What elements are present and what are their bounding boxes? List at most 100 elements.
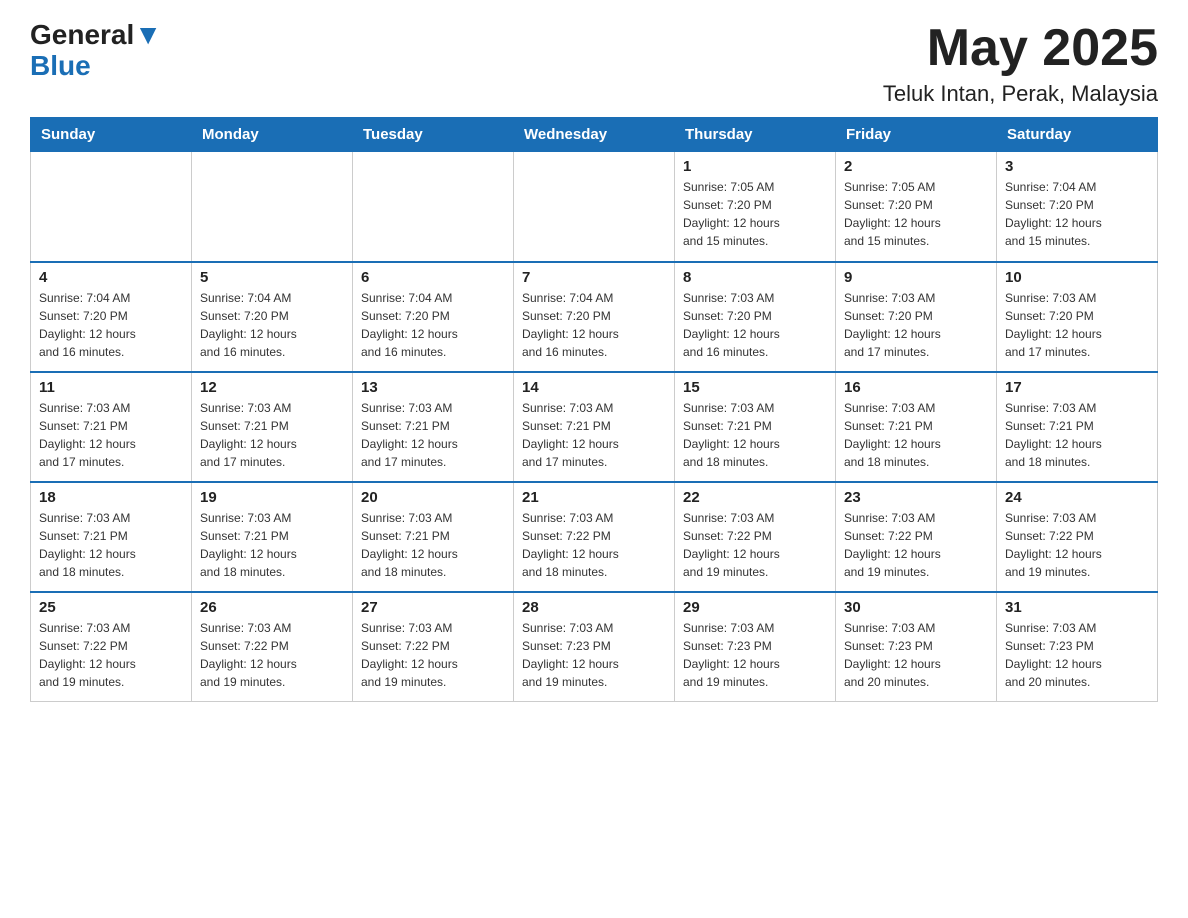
calendar-cell: 31 Sunrise: 7:03 AMSunset: 7:23 PMDayligh… [997, 592, 1158, 702]
calendar-week-row: 11 Sunrise: 7:03 AMSunset: 7:21 PMDayligh… [31, 372, 1158, 482]
calendar-cell: 6 Sunrise: 7:04 AMSunset: 7:20 PMDaylight… [353, 262, 514, 372]
day-number: 17 [1005, 379, 1149, 396]
day-number: 3 [1005, 158, 1149, 175]
day-info: Sunrise: 7:03 AMSunset: 7:23 PMDaylight:… [1005, 619, 1149, 691]
calendar-cell: 29 Sunrise: 7:03 AMSunset: 7:23 PMDayligh… [675, 592, 836, 702]
day-info: Sunrise: 7:03 AMSunset: 7:21 PMDaylight:… [39, 399, 183, 471]
day-number: 10 [1005, 269, 1149, 286]
day-info: Sunrise: 7:03 AMSunset: 7:20 PMDaylight:… [844, 289, 988, 361]
calendar-cell: 23 Sunrise: 7:03 AMSunset: 7:22 PMDayligh… [836, 482, 997, 592]
day-number: 11 [39, 379, 183, 396]
day-info: Sunrise: 7:04 AMSunset: 7:20 PMDaylight:… [361, 289, 505, 361]
calendar-cell: 8Sunrise: 7:03 AMSunset: 7:20 PMDaylight… [675, 262, 836, 372]
day-info: Sunrise: 7:04 AMSunset: 7:20 PMDaylight:… [1005, 178, 1149, 250]
month-year-title: May 2025 [883, 20, 1158, 77]
day-number: 23 [844, 489, 988, 506]
calendar-cell: 5 Sunrise: 7:04 AMSunset: 7:20 PMDaylight… [192, 262, 353, 372]
day-info: Sunrise: 7:03 AMSunset: 7:21 PMDaylight:… [844, 399, 988, 471]
day-number: 26 [200, 599, 344, 616]
day-info: Sunrise: 7:03 AMSunset: 7:20 PMDaylight:… [1005, 289, 1149, 361]
day-info: Sunrise: 7:03 AMSunset: 7:21 PMDaylight:… [39, 509, 183, 581]
day-info: Sunrise: 7:03 AMSunset: 7:21 PMDaylight:… [200, 399, 344, 471]
calendar-cell: 11 Sunrise: 7:03 AMSunset: 7:21 PMDayligh… [31, 372, 192, 482]
day-info: Sunrise: 7:03 AMSunset: 7:22 PMDaylight:… [844, 509, 988, 581]
day-number: 31 [1005, 599, 1149, 616]
calendar-table: SundayMondayTuesdayWednesdayThursdayFrid… [30, 117, 1158, 702]
day-number: 5 [200, 269, 344, 286]
day-info: Sunrise: 7:05 AMSunset: 7:20 PMDaylight:… [844, 178, 988, 250]
day-info: Sunrise: 7:03 AMSunset: 7:22 PMDaylight:… [683, 509, 827, 581]
day-number: 28 [522, 599, 666, 616]
day-info: Sunrise: 7:03 AMSunset: 7:22 PMDaylight:… [39, 619, 183, 691]
day-info: Sunrise: 7:03 AMSunset: 7:22 PMDaylight:… [1005, 509, 1149, 581]
calendar-cell: 3 Sunrise: 7:04 AMSunset: 7:20 PMDaylight… [997, 152, 1158, 262]
calendar-cell: 14 Sunrise: 7:03 AMSunset: 7:21 PMDayligh… [514, 372, 675, 482]
calendar-cell [192, 152, 353, 262]
calendar-week-row: 25 Sunrise: 7:03 AMSunset: 7:22 PMDayligh… [31, 592, 1158, 702]
calendar-cell: 7 Sunrise: 7:04 AMSunset: 7:20 PMDaylight… [514, 262, 675, 372]
day-number: 27 [361, 599, 505, 616]
day-info: Sunrise: 7:03 AMSunset: 7:23 PMDaylight:… [844, 619, 988, 691]
day-info: Sunrise: 7:03 AMSunset: 7:22 PMDaylight:… [522, 509, 666, 581]
calendar-header-row: SundayMondayTuesdayWednesdayThursdayFrid… [31, 118, 1158, 152]
day-number: 16 [844, 379, 988, 396]
day-info: Sunrise: 7:04 AMSunset: 7:20 PMDaylight:… [522, 289, 666, 361]
col-header-friday: Friday [836, 118, 997, 152]
day-info: Sunrise: 7:03 AMSunset: 7:21 PMDaylight:… [522, 399, 666, 471]
day-info: Sunrise: 7:04 AMSunset: 7:20 PMDaylight:… [200, 289, 344, 361]
logo: General▼Blue [30, 20, 162, 82]
day-info: Sunrise: 7:03 AMSunset: 7:23 PMDaylight:… [522, 619, 666, 691]
calendar-cell: 21Sunrise: 7:03 AMSunset: 7:22 PMDayligh… [514, 482, 675, 592]
calendar-cell [514, 152, 675, 262]
day-info: Sunrise: 7:03 AMSunset: 7:21 PMDaylight:… [200, 509, 344, 581]
calendar-cell [353, 152, 514, 262]
calendar-cell: 12 Sunrise: 7:03 AMSunset: 7:21 PMDayligh… [192, 372, 353, 482]
col-header-sunday: Sunday [31, 118, 192, 152]
day-number: 18 [39, 489, 183, 506]
calendar-week-row: 4 Sunrise: 7:04 AMSunset: 7:20 PMDaylight… [31, 262, 1158, 372]
calendar-cell: 16 Sunrise: 7:03 AMSunset: 7:21 PMDayligh… [836, 372, 997, 482]
calendar-cell: 19 Sunrise: 7:03 AMSunset: 7:21 PMDayligh… [192, 482, 353, 592]
logo-text: General▼Blue [30, 20, 162, 82]
day-info: Sunrise: 7:03 AMSunset: 7:22 PMDaylight:… [361, 619, 505, 691]
logo-blue: Blue [30, 50, 91, 81]
col-header-tuesday: Tuesday [353, 118, 514, 152]
day-number: 6 [361, 269, 505, 286]
day-number: 12 [200, 379, 344, 396]
day-number: 4 [39, 269, 183, 286]
day-number: 9 [844, 269, 988, 286]
calendar-cell: 25 Sunrise: 7:03 AMSunset: 7:22 PMDayligh… [31, 592, 192, 702]
calendar-week-row: 18 Sunrise: 7:03 AMSunset: 7:21 PMDayligh… [31, 482, 1158, 592]
day-number: 19 [200, 489, 344, 506]
day-number: 25 [39, 599, 183, 616]
day-number: 7 [522, 269, 666, 286]
calendar-cell: 4 Sunrise: 7:04 AMSunset: 7:20 PMDaylight… [31, 262, 192, 372]
col-header-monday: Monday [192, 118, 353, 152]
logo-triangle-icon: ▼ [134, 19, 162, 50]
calendar-cell: 20Sunrise: 7:03 AMSunset: 7:21 PMDayligh… [353, 482, 514, 592]
calendar-cell: 18 Sunrise: 7:03 AMSunset: 7:21 PMDayligh… [31, 482, 192, 592]
day-info: Sunrise: 7:03 AMSunset: 7:22 PMDaylight:… [200, 619, 344, 691]
calendar-cell: 13Sunrise: 7:03 AMSunset: 7:21 PMDayligh… [353, 372, 514, 482]
col-header-thursday: Thursday [675, 118, 836, 152]
col-header-wednesday: Wednesday [514, 118, 675, 152]
calendar-cell: 15Sunrise: 7:03 AMSunset: 7:21 PMDayligh… [675, 372, 836, 482]
day-info: Sunrise: 7:04 AMSunset: 7:20 PMDaylight:… [39, 289, 183, 361]
calendar-cell: 1 Sunrise: 7:05 AMSunset: 7:20 PMDaylight… [675, 152, 836, 262]
calendar-cell: 2Sunrise: 7:05 AMSunset: 7:20 PMDaylight… [836, 152, 997, 262]
calendar-cell: 9 Sunrise: 7:03 AMSunset: 7:20 PMDaylight… [836, 262, 997, 372]
day-number: 15 [683, 379, 827, 396]
title-section: May 2025 Teluk Intan, Perak, Malaysia [883, 20, 1158, 107]
calendar-cell: 26 Sunrise: 7:03 AMSunset: 7:22 PMDayligh… [192, 592, 353, 702]
calendar-cell: 10 Sunrise: 7:03 AMSunset: 7:20 PMDayligh… [997, 262, 1158, 372]
day-info: Sunrise: 7:05 AMSunset: 7:20 PMDaylight:… [683, 178, 827, 250]
calendar-cell: 17Sunrise: 7:03 AMSunset: 7:21 PMDayligh… [997, 372, 1158, 482]
calendar-cell: 24 Sunrise: 7:03 AMSunset: 7:22 PMDayligh… [997, 482, 1158, 592]
day-number: 13 [361, 379, 505, 396]
day-number: 14 [522, 379, 666, 396]
day-number: 1 [683, 158, 827, 175]
day-number: 22 [683, 489, 827, 506]
day-number: 24 [1005, 489, 1149, 506]
day-number: 29 [683, 599, 827, 616]
day-info: Sunrise: 7:03 AMSunset: 7:23 PMDaylight:… [683, 619, 827, 691]
